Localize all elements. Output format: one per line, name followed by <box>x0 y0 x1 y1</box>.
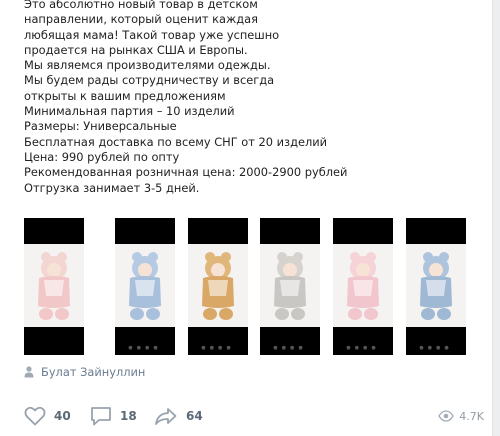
post-text-line: Бесплатная доставка по всему СНГ от 20 и… <box>24 134 328 149</box>
post-text-line: Размеры: Универсальные <box>24 119 177 134</box>
post-text-line: Отгрузка занимает 3-5 дней. <box>24 180 200 195</box>
user-icon <box>24 366 34 378</box>
photo-dots: ●●●● <box>128 345 162 351</box>
eye-icon <box>438 410 455 422</box>
post-text-line: открыты к вашим предложениям <box>24 88 226 103</box>
gallery-photo[interactable]: ●●●● <box>406 218 466 355</box>
gallery-photo[interactable]: ●●●● <box>333 218 393 355</box>
like-button[interactable]: 40 <box>24 405 71 427</box>
baby-sleeping-bag-image <box>115 244 175 327</box>
share-icon <box>155 408 177 425</box>
photo-dots: ●●●● <box>419 345 453 351</box>
photo-gallery: ●●●● ●●●● ●●●● ●●●● ●●●● <box>24 218 466 355</box>
gallery-photo[interactable]: ●●●● <box>260 218 320 355</box>
post-text-line: направлении, который оценит каждая <box>24 12 258 27</box>
share-button[interactable]: 64 <box>154 405 203 427</box>
scrollbar-track[interactable] <box>492 0 500 436</box>
heart-icon <box>24 406 46 426</box>
post-text-line: Минимальная партия – 10 изделий <box>24 104 235 119</box>
post-text-line: Рекомендованная розничная цена: 2000-290… <box>24 165 348 180</box>
baby-sleeping-bag-image <box>188 244 248 327</box>
baby-sleeping-bag-image <box>260 244 320 327</box>
comment-icon <box>91 407 111 426</box>
comments-count: 18 <box>120 409 137 423</box>
gallery-photo[interactable]: ●●●● <box>115 218 175 355</box>
shares-count: 64 <box>186 409 203 423</box>
post-text-line: Мы будем рады сотрудничеству и всегда <box>24 73 275 88</box>
likes-count: 40 <box>54 409 71 423</box>
gallery-photo[interactable] <box>24 218 84 355</box>
gallery-photo[interactable]: ●●●● <box>188 218 248 355</box>
post-text-line: Это абсолютно новый товар в детском <box>24 0 258 11</box>
post-text-line: любящая мама! Такой товар уже успешно <box>24 27 280 42</box>
views-count: 4.7K <box>459 409 484 423</box>
author-name[interactable]: Булат Зайнуллин <box>41 365 145 379</box>
post-text-line: Мы являемся производителями одежды. <box>24 58 271 73</box>
author-link[interactable]: Булат Зайнуллин <box>24 364 145 380</box>
baby-sleeping-bag-image <box>333 244 393 327</box>
post-text-line: продается на рынках США и Европы. <box>24 42 248 57</box>
photo-dots: ●●●● <box>201 345 235 351</box>
post-text: Это абсолютно новый товар в детском напр… <box>24 0 464 196</box>
views-counter: 4.7K <box>438 405 484 427</box>
baby-sleeping-bag-image <box>406 244 466 327</box>
baby-sleeping-bag-image <box>24 244 84 327</box>
photo-dots: ●●●● <box>273 345 307 351</box>
post-actions: 40 18 64 4.7K <box>24 405 484 427</box>
photo-dots: ●●●● <box>346 345 380 351</box>
post-text-line: Цена: 990 рублей по опту <box>24 149 180 164</box>
comment-button[interactable]: 18 <box>90 405 137 427</box>
